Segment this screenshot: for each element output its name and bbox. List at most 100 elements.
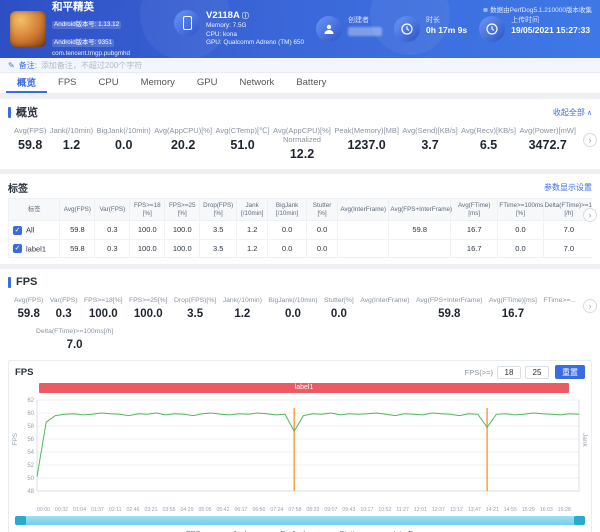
scrollbar-left-handle[interactable] <box>15 516 26 525</box>
column-header: FTime>=100ms [%] <box>498 199 543 221</box>
svg-text:58: 58 <box>27 424 34 430</box>
metric-cell: Avg(Send)[KB/s] 3.7 <box>402 126 457 161</box>
table-cell: 100.0 <box>130 221 165 240</box>
label-table-head-row: 标签Avg(FPS)Var(FPS)FPS>=18 [%]FPS>=25 [%]… <box>9 199 593 221</box>
app-version-line1: Android版本号: 1.13.12 <box>52 21 121 29</box>
chart-scrollbar[interactable] <box>15 516 585 525</box>
metric-label: Stutter[%] <box>324 296 354 305</box>
metric-value: 12.2 <box>273 147 331 161</box>
duration-icon-wrap <box>394 16 420 42</box>
x-tick-label: 05:05 <box>198 507 211 513</box>
tab-item[interactable]: Memory <box>130 73 186 93</box>
table-cell: 0.0 <box>498 239 543 258</box>
tab-item[interactable]: Network <box>228 73 285 93</box>
metric-value: 51.0 <box>216 138 270 152</box>
fps-chart-card: FPS FPS(>=) 重置 label1 FPS Jank 626058565… <box>8 360 592 532</box>
app-version-line2: Android版本号: 9351 <box>52 39 114 47</box>
remark-placeholder: 添加备注，不超过200个字符 <box>41 60 142 71</box>
label-table-title: 标签 <box>8 180 28 195</box>
remark-label: 备注: <box>19 60 37 71</box>
column-header: 标签 <box>9 199 60 221</box>
x-tick-label: 07:24 <box>270 507 283 513</box>
column-header: Jank [/10min] <box>237 199 268 221</box>
section-accent-bar <box>8 277 11 288</box>
chevron-right-icon[interactable]: › <box>583 133 597 147</box>
x-tick-label: 02:46 <box>127 507 140 513</box>
table-cell: 3.5 <box>200 221 237 240</box>
creator-label: 创建者 <box>348 16 382 25</box>
fps-threshold-input-1[interactable] <box>497 366 521 379</box>
table-cell: 7.0 <box>543 221 592 240</box>
metric-value: 6.5 <box>461 138 516 152</box>
tab-item[interactable]: Battery <box>285 73 337 93</box>
metric-cell: Avg(Power)[mW] 3472.7 <box>519 126 576 161</box>
section-accent-bar <box>8 107 11 118</box>
y-axis-right-title: Jank <box>581 433 588 447</box>
chevron-right-icon[interactable]: › <box>583 208 597 222</box>
fps-chart-svg[interactable]: 6260585654525048 <box>13 395 597 501</box>
overview-section: 概览 收起全部∧ Avg(FPS) 59.8 Jank(/10min) 1.2 … <box>0 99 600 169</box>
collapse-all-link[interactable]: 收起全部∧ <box>553 107 592 118</box>
fps-threshold-input-2[interactable] <box>525 366 549 379</box>
metric-label: Avg(AppCPU)[%] Normalized <box>273 126 331 144</box>
table-cell: 0.0 <box>498 221 543 240</box>
x-tick-label: 06:50 <box>252 507 265 513</box>
table-cell: 100.0 <box>165 239 200 258</box>
table-cell: 100.0 <box>130 239 165 258</box>
table-cell: 59.8 <box>60 221 95 240</box>
metric-cell: Avg(FPS) 59.8 <box>14 126 46 161</box>
chart-title: FPS <box>15 367 33 378</box>
metric-value: 1.2 <box>50 138 93 152</box>
x-tick-label: 03:55 <box>163 507 176 513</box>
scrollbar-right-handle[interactable] <box>574 516 585 525</box>
x-tick-label: 10:52 <box>378 507 391 513</box>
upload-time-label: 上传时间 <box>511 16 590 25</box>
label-table: 标签Avg(FPS)Var(FPS)FPS>=18 [%]FPS>=25 [%]… <box>8 198 592 258</box>
reset-button[interactable]: 重置 <box>555 365 585 379</box>
creator-info: 创建者 <box>316 16 382 42</box>
table-cell: 100.0 <box>165 221 200 240</box>
tab-item[interactable]: GPU <box>186 73 229 93</box>
tab-item[interactable]: FPS <box>47 73 87 93</box>
tab-item[interactable]: CPU <box>88 73 130 93</box>
svg-text:54: 54 <box>27 450 34 456</box>
metric-value <box>543 308 576 321</box>
column-header: Drop(FPS) [%] <box>200 199 237 221</box>
column-header: Var(FPS) <box>95 199 130 221</box>
metric-label: Var(FPS) <box>50 296 78 305</box>
chevron-right-icon[interactable]: › <box>583 299 597 313</box>
metric-cell: FPS>=25[%] 100.0 <box>129 296 168 321</box>
tab-item[interactable]: 概览 <box>6 73 47 93</box>
row-checkbox[interactable]: ✓ <box>13 226 22 235</box>
fps-chart-area[interactable]: FPS Jank 6260585654525048 00:0000:3201:0… <box>13 395 587 513</box>
metric-cell: BigJank(/10min) 0.0 <box>268 296 317 321</box>
metric-cell: Avg(AppCPU)[%] 20.2 <box>154 126 212 161</box>
fps-metrics-row1: Avg(FPS) 59.8 Var(FPS) 0.3 FPS>=18[%] 10… <box>8 289 592 323</box>
metric-value: 1.2 <box>223 308 262 321</box>
x-tick-label: 00:32 <box>55 507 68 513</box>
x-tick-label: 01:37 <box>91 507 104 513</box>
label-band[interactable]: label1 <box>39 383 569 393</box>
metric-label: Avg(FPS+InterFrame) <box>416 296 483 305</box>
x-tick-label: 13:12 <box>450 507 463 513</box>
metric-value: 1237.0 <box>334 138 399 152</box>
remark-bar[interactable]: ✎ 备注: 添加备注，不超过200个字符 <box>0 58 600 73</box>
display-settings-link[interactable]: 参数显示设置 <box>544 182 592 193</box>
metric-value: 59.8 <box>416 308 483 321</box>
info-icon[interactable]: ⓘ <box>242 13 249 20</box>
device-memory: Memory: 7.5G <box>206 22 304 31</box>
row-checkbox[interactable]: ✓ <box>13 244 22 253</box>
metric-cell: Var(FPS) 0.3 <box>50 296 78 321</box>
device-cpu: CPU: kona <box>206 31 304 40</box>
row-label: label1 <box>26 244 46 253</box>
y-axis-left-title: FPS <box>12 433 19 446</box>
metric-cell: Stutter[%] 0.0 <box>324 296 354 321</box>
metric-value: 0.0 <box>268 308 317 321</box>
metric-cell: Delta(FTime)>=100ms[/h] 7.0 <box>36 327 113 352</box>
x-axis-labels: 00:0000:3201:0401:3702:1102:4603:2103:55… <box>37 507 571 513</box>
metric-label: Avg(Send)[KB/s] <box>402 126 457 135</box>
x-tick-label: 02:11 <box>109 507 122 513</box>
x-tick-label: 16:28 <box>558 507 571 513</box>
table-row: ✓All59.80.3100.0100.03.51.20.00.059.816.… <box>9 221 593 240</box>
table-row: ✓label159.80.3100.0100.03.51.20.00.016.7… <box>9 239 593 258</box>
